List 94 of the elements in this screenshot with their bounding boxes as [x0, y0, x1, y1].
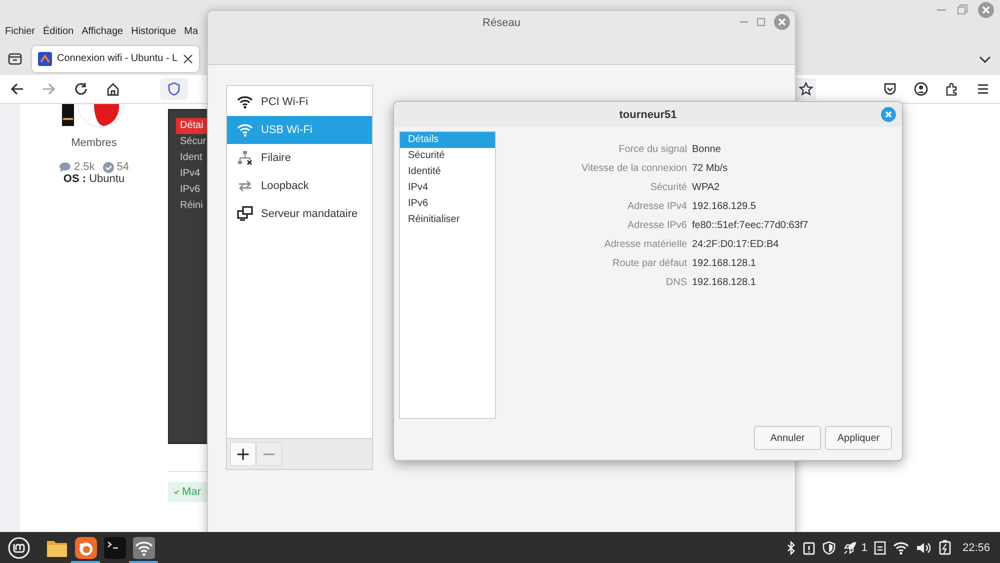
pocket-icon: [883, 82, 897, 96]
add-button[interactable]: +: [230, 442, 256, 466]
detail-value: 72 Mb/s: [692, 162, 729, 176]
screenshot-list-item: Réini: [179, 199, 204, 213]
device-label: PCI Wi-Fi: [261, 96, 308, 108]
address-field[interactable]: [160, 78, 188, 100]
reload-button[interactable]: [72, 80, 90, 98]
detail-label: Sécurité: [649, 181, 687, 195]
device-label: Filaire: [261, 152, 291, 164]
detail-value: 24:2F:D0:17:ED:B4: [692, 238, 780, 252]
detail-label: Adresse IPv4: [626, 200, 687, 214]
clipboard-icon: [803, 540, 816, 554]
network-settings-icon: [132, 536, 154, 558]
detail-label: Adresse IPv6: [626, 219, 687, 233]
wifi-icon: [893, 540, 910, 554]
site-favicon: [38, 52, 52, 66]
os-info: OS : Ubuntu: [63, 173, 125, 185]
device-label: Serveur mandataire: [261, 208, 358, 220]
check-badge-icon: [102, 162, 114, 172]
extensions-icon: [945, 82, 959, 96]
detail-value: 192.168.128.1: [692, 276, 757, 290]
screenshot-list-item: Sécur: [179, 135, 207, 149]
device-label: USB Wi-Fi: [261, 124, 312, 136]
detail-value: fe80::51ef:7eec:77d0:63f7: [692, 219, 808, 233]
browser-app-icon: [74, 536, 96, 558]
cancel-button[interactable]: Annuler: [754, 426, 821, 450]
reputation-count: 54: [116, 161, 130, 173]
detail-value: WPA2: [692, 181, 721, 195]
reload-icon: [74, 82, 88, 96]
dialog-title: tourneur51: [619, 108, 677, 120]
browser-tab[interactable]: Connexion wifi - Ubuntu - L: [32, 46, 199, 72]
section-list-item[interactable]: IPv6: [400, 196, 495, 212]
close-icon: [774, 14, 790, 30]
minimize-icon: [937, 9, 946, 11]
restore-icon: [956, 4, 968, 16]
clock: 22:56: [962, 542, 990, 554]
detail-value: 192.168.129.5: [692, 200, 757, 214]
volume-icon: [916, 540, 932, 554]
forward-icon: [42, 82, 56, 96]
close-icon: [182, 54, 193, 64]
detail-label: Route par défaut: [612, 257, 687, 271]
detail-value: Bonne: [692, 143, 722, 157]
wifi-icon: [237, 95, 253, 109]
device-label: Loopback: [261, 180, 309, 192]
check-icon: [174, 487, 180, 497]
wifi-icon: [237, 123, 253, 137]
note-icon: [874, 540, 886, 554]
shield-icon: [167, 82, 181, 96]
proxy-server-icon: [237, 206, 253, 222]
post-count: 2.5k: [74, 161, 95, 173]
menu-item[interactable]: Édition: [43, 26, 74, 36]
wired-network-icon: [237, 150, 253, 166]
section-list-item[interactable]: Sécurité: [400, 148, 495, 164]
minimize-icon: [740, 21, 748, 23]
menu-logo-icon: [8, 536, 30, 558]
menu-item[interactable]: Ma: [184, 26, 198, 36]
bluetooth-icon: [786, 540, 796, 554]
menu-item[interactable]: Historique: [131, 26, 176, 36]
section-list-item[interactable]: IPv4: [400, 180, 495, 196]
close-icon: [881, 107, 896, 122]
menu-item[interactable]: Affichage: [82, 26, 124, 36]
account-icon: [914, 82, 928, 96]
bookmark-star-button[interactable]: [796, 78, 816, 100]
loopback-icon: [237, 179, 253, 193]
star-icon: [799, 82, 813, 96]
detail-label: Force du signal: [618, 143, 687, 157]
screenshot-list-item: IPv4: [179, 167, 202, 181]
detail-label: Vitesse de la connexion: [580, 162, 687, 176]
rocket-icon: [843, 540, 858, 554]
terminal-icon: [104, 536, 126, 558]
detail-label: DNS: [664, 276, 687, 290]
comment-icon: [58, 162, 71, 172]
screenshot-list-item: IPv6: [179, 183, 202, 197]
detail-value: 192.168.128.1: [692, 257, 757, 271]
tab-title: Connexion wifi - Ubuntu - L: [57, 53, 178, 64]
section-list-item[interactable]: Réinitialiser: [400, 212, 495, 228]
detail-label: Adresse matérielle: [603, 238, 687, 252]
apply-button[interactable]: Appliquer: [825, 426, 892, 450]
back-icon: [10, 82, 24, 96]
section-list-item[interactable]: Identité: [400, 164, 495, 180]
tab-list-icon: [8, 52, 22, 66]
close-icon: [978, 2, 994, 18]
window-title: Réseau: [482, 17, 522, 29]
menu-item[interactable]: Fichier: [5, 26, 36, 36]
member-role: Membres: [71, 137, 117, 149]
screenshot-list-item: Ident: [179, 151, 204, 165]
maximize-icon: [756, 17, 766, 27]
battery-icon: [939, 540, 952, 555]
notification-count: 1: [861, 542, 868, 554]
menu-icon: [976, 82, 990, 96]
home-icon: [106, 82, 120, 96]
shield-icon: [822, 540, 836, 554]
account-button[interactable]: [912, 80, 930, 98]
screenshot-list-item: Détai: [176, 118, 207, 134]
